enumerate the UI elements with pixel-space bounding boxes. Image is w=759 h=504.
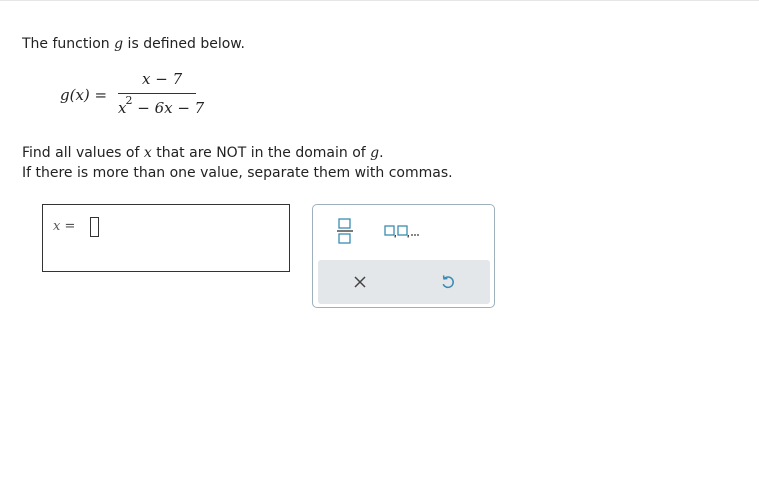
answer-label: x = bbox=[53, 219, 75, 234]
top-divider bbox=[0, 0, 759, 1]
instr-func: g bbox=[370, 145, 380, 161]
palette-action-bar bbox=[318, 260, 490, 304]
intro-suffix: is defined below. bbox=[123, 36, 245, 52]
sequence-button[interactable] bbox=[383, 217, 425, 245]
answer-equals: = bbox=[60, 219, 76, 234]
instr-var: x bbox=[143, 145, 152, 161]
formula-numerator: x − 7 bbox=[142, 70, 183, 88]
comma-sequence-icon bbox=[384, 225, 419, 238]
formula-lhs: g(x) = bbox=[60, 86, 108, 104]
den-rest: − 6x − 7 bbox=[132, 99, 205, 117]
instr-text-a: Find all values of bbox=[22, 145, 144, 161]
close-icon bbox=[354, 276, 366, 288]
intro-prefix: The function bbox=[22, 36, 115, 52]
answer-field[interactable] bbox=[90, 217, 99, 237]
function-name: g bbox=[114, 36, 124, 52]
fraction-icon bbox=[337, 218, 353, 244]
answer-input-area[interactable]: x = bbox=[42, 204, 290, 272]
instr-text-b: that are NOT in the domain of bbox=[151, 145, 371, 161]
fraction-button[interactable] bbox=[331, 215, 359, 247]
den-exponent: 2 bbox=[125, 94, 133, 107]
math-palette bbox=[312, 204, 495, 308]
clear-button[interactable] bbox=[342, 266, 378, 298]
undo-button[interactable] bbox=[430, 266, 466, 298]
instruction-line-2: If there is more than one value, separat… bbox=[22, 165, 453, 181]
instr-end: . bbox=[379, 145, 384, 161]
formula-denominator: x2 − 6x − 7 bbox=[118, 94, 205, 117]
problem-intro: The function g is defined below. bbox=[22, 36, 245, 52]
undo-icon bbox=[442, 275, 454, 289]
instructions: Find all values of x that are NOT in the… bbox=[22, 143, 453, 183]
instruction-line-1: Find all values of x that are NOT in the… bbox=[22, 143, 453, 163]
